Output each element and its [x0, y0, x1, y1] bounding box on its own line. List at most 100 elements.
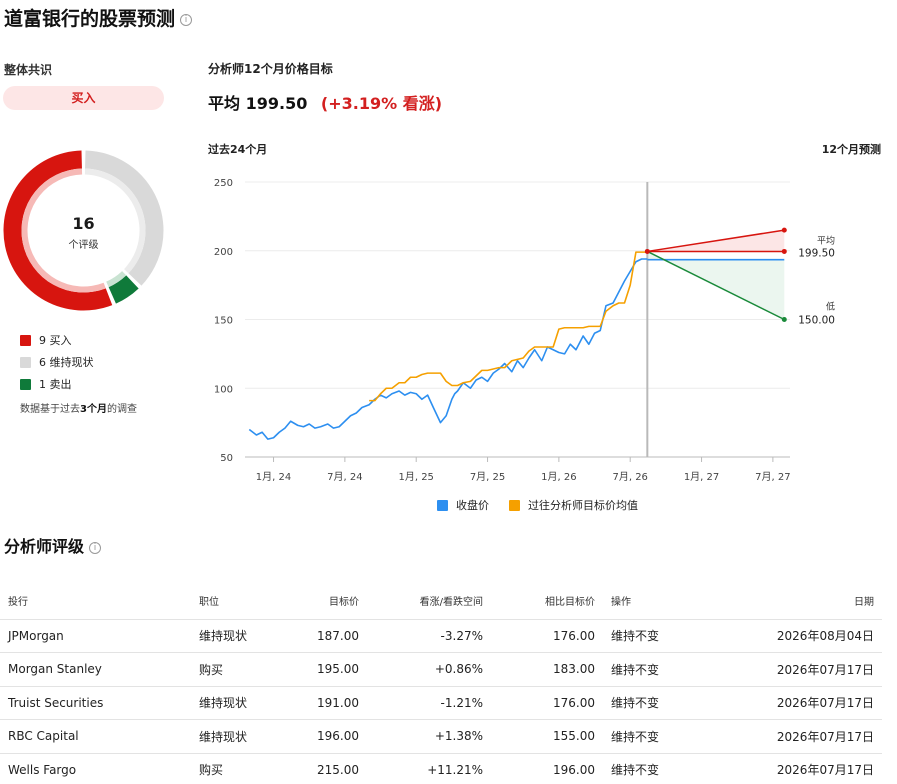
forecast-high-point: [781, 227, 787, 233]
legend-item-sell: 1 卖出: [20, 373, 94, 395]
chart-legend-target-label: 过往分析师目标价均值: [528, 499, 638, 512]
header-date[interactable]: 日期: [703, 583, 882, 620]
upside-cell: +11.21%: [367, 753, 491, 784]
chart-legend-close-swatch: [437, 499, 448, 511]
forecast-avg-point: [781, 248, 787, 254]
firm-cell: Truist Securities: [0, 686, 191, 720]
position-cell: 购买: [191, 652, 281, 687]
firm-cell: Morgan Stanley: [0, 652, 191, 687]
chart-legend-close: 收盘价: [437, 497, 489, 513]
survey-note-period: 3个月: [80, 404, 107, 415]
legend-label-buy: 9 买入: [39, 334, 72, 347]
header-action[interactable]: 操作: [603, 583, 703, 620]
header-target[interactable]: 目标价: [281, 583, 367, 620]
chart-legend-target: 过往分析师目标价均值: [509, 497, 638, 513]
upside-cell: +1.38%: [367, 719, 491, 754]
info-icon[interactable]: i: [180, 13, 193, 26]
position-cell: 维持现状: [191, 719, 281, 754]
legend-item-buy: 9 买入: [20, 329, 94, 351]
y-tick-label: 100: [214, 384, 233, 395]
past-target-line: [369, 251, 648, 402]
analyst-ratings-table: 投行 职位 目标价 看涨/看跌空间 相比目标价 操作 日期 JPMorgan 维持…: [0, 583, 882, 784]
forecast-low-point: [781, 317, 787, 322]
analyst-ratings-title-text: 分析师评级: [4, 537, 85, 556]
rating-total-count: 16: [72, 214, 95, 233]
action-cell: 维持不变: [603, 619, 703, 653]
y-tick-label: 250: [214, 178, 233, 189]
forecast-start-point: [644, 248, 650, 254]
table-row[interactable]: Truist Securities 维持现状 191.00 -1.21% 176.00 维…: [0, 686, 882, 720]
info-icon[interactable]: i: [89, 541, 102, 554]
upside-cell: -1.21%: [367, 686, 491, 720]
header-prev-target[interactable]: 相比目标价: [491, 583, 603, 620]
chart-legend-close-label: 收盘价: [456, 499, 489, 512]
prev-target-cell: 176.00: [491, 619, 603, 653]
table-row[interactable]: Morgan Stanley 购买 195.00 +0.86% 183.00 维持不变 20…: [0, 652, 882, 687]
table-row[interactable]: Wells Fargo 购买 215.00 +11.21% 196.00 维持不变 2026…: [0, 753, 882, 784]
action-cell: 维持不变: [603, 686, 703, 720]
average-target-change: (+3.19% 看涨): [320, 94, 443, 113]
date-cell: 2026年07月17日: [703, 719, 882, 754]
date-cell: 2026年07月17日: [703, 753, 882, 784]
table-header-row: 投行 职位 目标价 看涨/看跌空间 相比目标价 操作 日期: [0, 583, 882, 620]
consensus-rating-badge: 买入: [3, 86, 164, 110]
forecast-avg-value: 199.50: [798, 247, 835, 259]
y-tick-label: 50: [220, 453, 233, 464]
rating-total-label: 个评级: [68, 240, 99, 251]
chart-legend-target-swatch: [509, 499, 520, 511]
action-cell: 维持不变: [603, 652, 703, 687]
upside-cell: -3.27%: [367, 619, 491, 653]
upside-cell: +0.86%: [367, 652, 491, 687]
consensus-label: 整体共识: [4, 63, 53, 77]
target-cell: 215.00: [281, 753, 367, 784]
date-cell: 2026年07月17日: [703, 686, 882, 720]
page-title: 道富银行的股票预测 i: [4, 4, 193, 31]
legend-swatch-sell: [20, 378, 31, 390]
forecast-avg-label: 平均: [817, 234, 835, 246]
past-period-label: 过去24个月: [208, 143, 268, 156]
x-tick-label: 7月, 27: [755, 471, 790, 483]
average-target: 平均 199.50 (+3.19% 看涨): [208, 90, 442, 114]
price-target-title: 分析师12个月价格目标: [208, 62, 333, 76]
x-tick-label: 1月, 26: [541, 471, 576, 483]
survey-note: 数据基于过去3个月的调查: [20, 400, 137, 415]
legend-label-sell: 1 卖出: [39, 378, 72, 391]
firm-cell: JPMorgan: [0, 619, 191, 653]
prev-target-cell: 155.00: [491, 719, 603, 754]
table-row[interactable]: RBC Capital 维持现状 196.00 +1.38% 155.00 维持不变 202…: [0, 719, 882, 754]
prev-target-cell: 196.00: [491, 753, 603, 784]
forecast-low-label: 低: [826, 301, 835, 313]
legend-swatch-hold: [20, 356, 31, 368]
x-tick-label: 7月, 25: [470, 471, 505, 483]
legend-item-hold: 6 维持现状: [20, 351, 94, 373]
forecast-period-label: 12个月预测: [821, 143, 881, 156]
target-cell: 196.00: [281, 719, 367, 754]
header-position[interactable]: 职位: [191, 583, 281, 620]
prev-target-cell: 183.00: [491, 652, 603, 687]
position-cell: 维持现状: [191, 619, 281, 653]
header-firm[interactable]: 投行: [0, 583, 191, 620]
page-title-text: 道富银行的股票预测: [4, 8, 176, 30]
chart-legend: 收盘价 过往分析师目标价均值: [437, 497, 658, 513]
action-cell: 维持不变: [603, 753, 703, 784]
average-target-value: 199.50: [245, 94, 308, 113]
target-cell: 191.00: [281, 686, 367, 720]
header-upside[interactable]: 看涨/看跌空间: [367, 583, 491, 620]
date-cell: 2026年08月04日: [703, 619, 882, 653]
target-cell: 195.00: [281, 652, 367, 687]
close-price-line: [248, 258, 648, 440]
prev-target-cell: 176.00: [491, 686, 603, 720]
date-cell: 2026年07月17日: [703, 652, 882, 687]
legend-label-hold: 6 维持现状: [39, 356, 94, 369]
position-cell: 维持现状: [191, 686, 281, 720]
x-tick-label: 1月, 25: [398, 471, 433, 483]
x-tick-label: 7月, 24: [327, 471, 362, 483]
y-tick-label: 150: [214, 316, 233, 327]
table-row[interactable]: JPMorgan 维持现状 187.00 -3.27% 176.00 维持不变 2026年0…: [0, 619, 882, 653]
rating-legend: 9 买入 6 维持现状 1 卖出: [20, 329, 94, 395]
survey-note-suffix: 的调查: [106, 404, 137, 415]
firm-cell: RBC Capital: [0, 719, 191, 754]
survey-note-prefix: 数据基于过去: [20, 404, 80, 415]
x-tick-label: 1月, 24: [256, 471, 291, 483]
price-forecast-chart: 50 100 150 200 250 1月, 24 7月, 24 1月, 25 7月, 25 1月…: [214, 178, 835, 483]
